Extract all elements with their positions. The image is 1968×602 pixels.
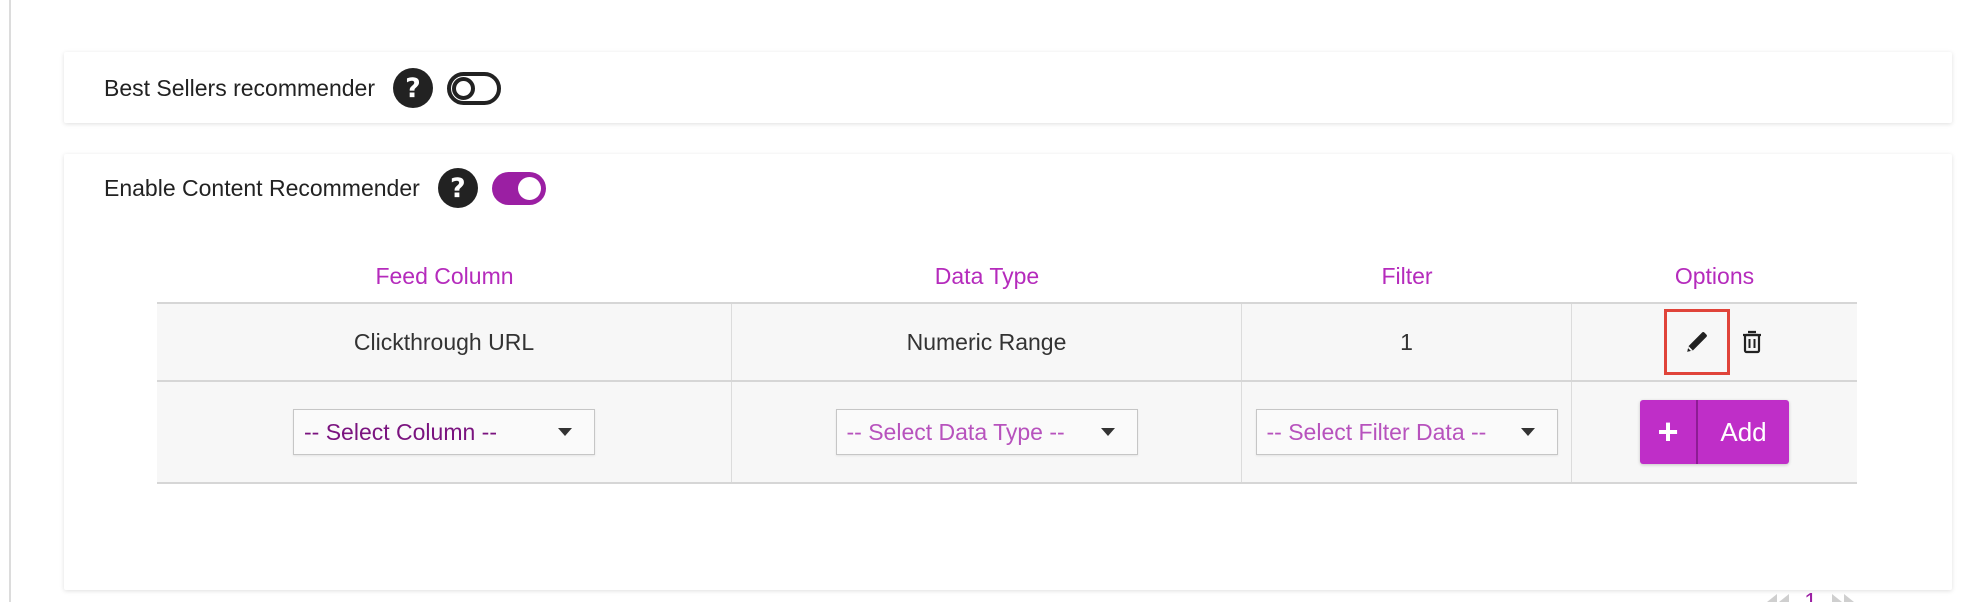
- best-sellers-toggle[interactable]: [447, 71, 501, 105]
- content-recommender-help-icon[interactable]: ?: [437, 168, 478, 208]
- filter-data-select[interactable]: -- Select Filter Data --: [1255, 409, 1558, 455]
- filter-select-value: -- Select Filter Data --: [1266, 418, 1487, 445]
- column-select[interactable]: -- Select Column --: [293, 409, 595, 455]
- feed-column-value: Clickthrough URL: [353, 328, 535, 355]
- page-number[interactable]: 1: [1804, 588, 1817, 602]
- last-page-icon[interactable]: [1829, 592, 1857, 602]
- best-sellers-help-icon[interactable]: ?: [393, 68, 433, 108]
- content-recommender-header: Enable Content Recommender ?: [104, 168, 546, 208]
- first-page-icon[interactable]: [1764, 592, 1792, 602]
- row-options: [1663, 309, 1766, 375]
- new-entry-row: -- Select Column -- -- Select Data Type …: [157, 382, 1857, 484]
- add-button-label: Add: [1720, 416, 1767, 447]
- best-sellers-header: Best Sellers recommender ?: [104, 68, 501, 108]
- header-feed-column: Feed Column: [375, 262, 514, 289]
- toggle-knob: [517, 176, 541, 200]
- column-select-value: -- Select Column --: [304, 418, 497, 445]
- header-data-type: Data Type: [934, 262, 1040, 289]
- plus-icon: +: [1640, 400, 1698, 464]
- cell-data-type: Numeric Range: [732, 304, 1242, 380]
- content-recommender-label: Enable Content Recommender: [104, 174, 420, 201]
- table-header: Feed Column Data Type Filter Options: [157, 250, 1857, 304]
- caret-down-icon: [1100, 428, 1115, 436]
- cell-data-type-select: -- Select Data Type --: [732, 382, 1242, 482]
- cell-feed-column: Clickthrough URL: [157, 304, 732, 380]
- cell-add: + Add: [1572, 382, 1857, 482]
- cell-filter: 1: [1242, 304, 1572, 380]
- data-type-value: Numeric Range: [906, 328, 1067, 355]
- pagination: 1: [1764, 588, 1857, 602]
- add-button[interactable]: + Add: [1640, 400, 1789, 464]
- content-recommender-panel: Enable Content Recommender ? Feed Column…: [64, 154, 1952, 602]
- left-border: [9, 0, 11, 602]
- best-sellers-label: Best Sellers recommender: [104, 74, 375, 101]
- cell-filter-select: -- Select Filter Data --: [1242, 382, 1572, 482]
- data-type-select[interactable]: -- Select Data Type --: [835, 409, 1138, 455]
- trash-icon[interactable]: [1738, 328, 1766, 356]
- pencil-icon: [1683, 328, 1711, 356]
- data-type-select-value: -- Select Data Type --: [846, 418, 1065, 445]
- caret-down-icon: [1520, 428, 1535, 436]
- content-recommender-toggle[interactable]: [491, 171, 546, 205]
- caret-down-icon: [558, 428, 572, 436]
- toggle-knob: [452, 76, 475, 100]
- best-sellers-panel: Best Sellers recommender ?: [64, 52, 1952, 123]
- cell-options: [1572, 304, 1857, 380]
- header-options: Options: [1674, 262, 1755, 289]
- cell-column-select: -- Select Column --: [157, 382, 732, 482]
- header-filter: Filter: [1381, 262, 1433, 289]
- filter-value: 1: [1400, 328, 1413, 355]
- table-row: Clickthrough URL Numeric Range 1: [157, 304, 1857, 382]
- feed-column-table: Feed Column Data Type Filter Options Cli…: [157, 250, 1857, 602]
- edit-button[interactable]: [1663, 309, 1730, 375]
